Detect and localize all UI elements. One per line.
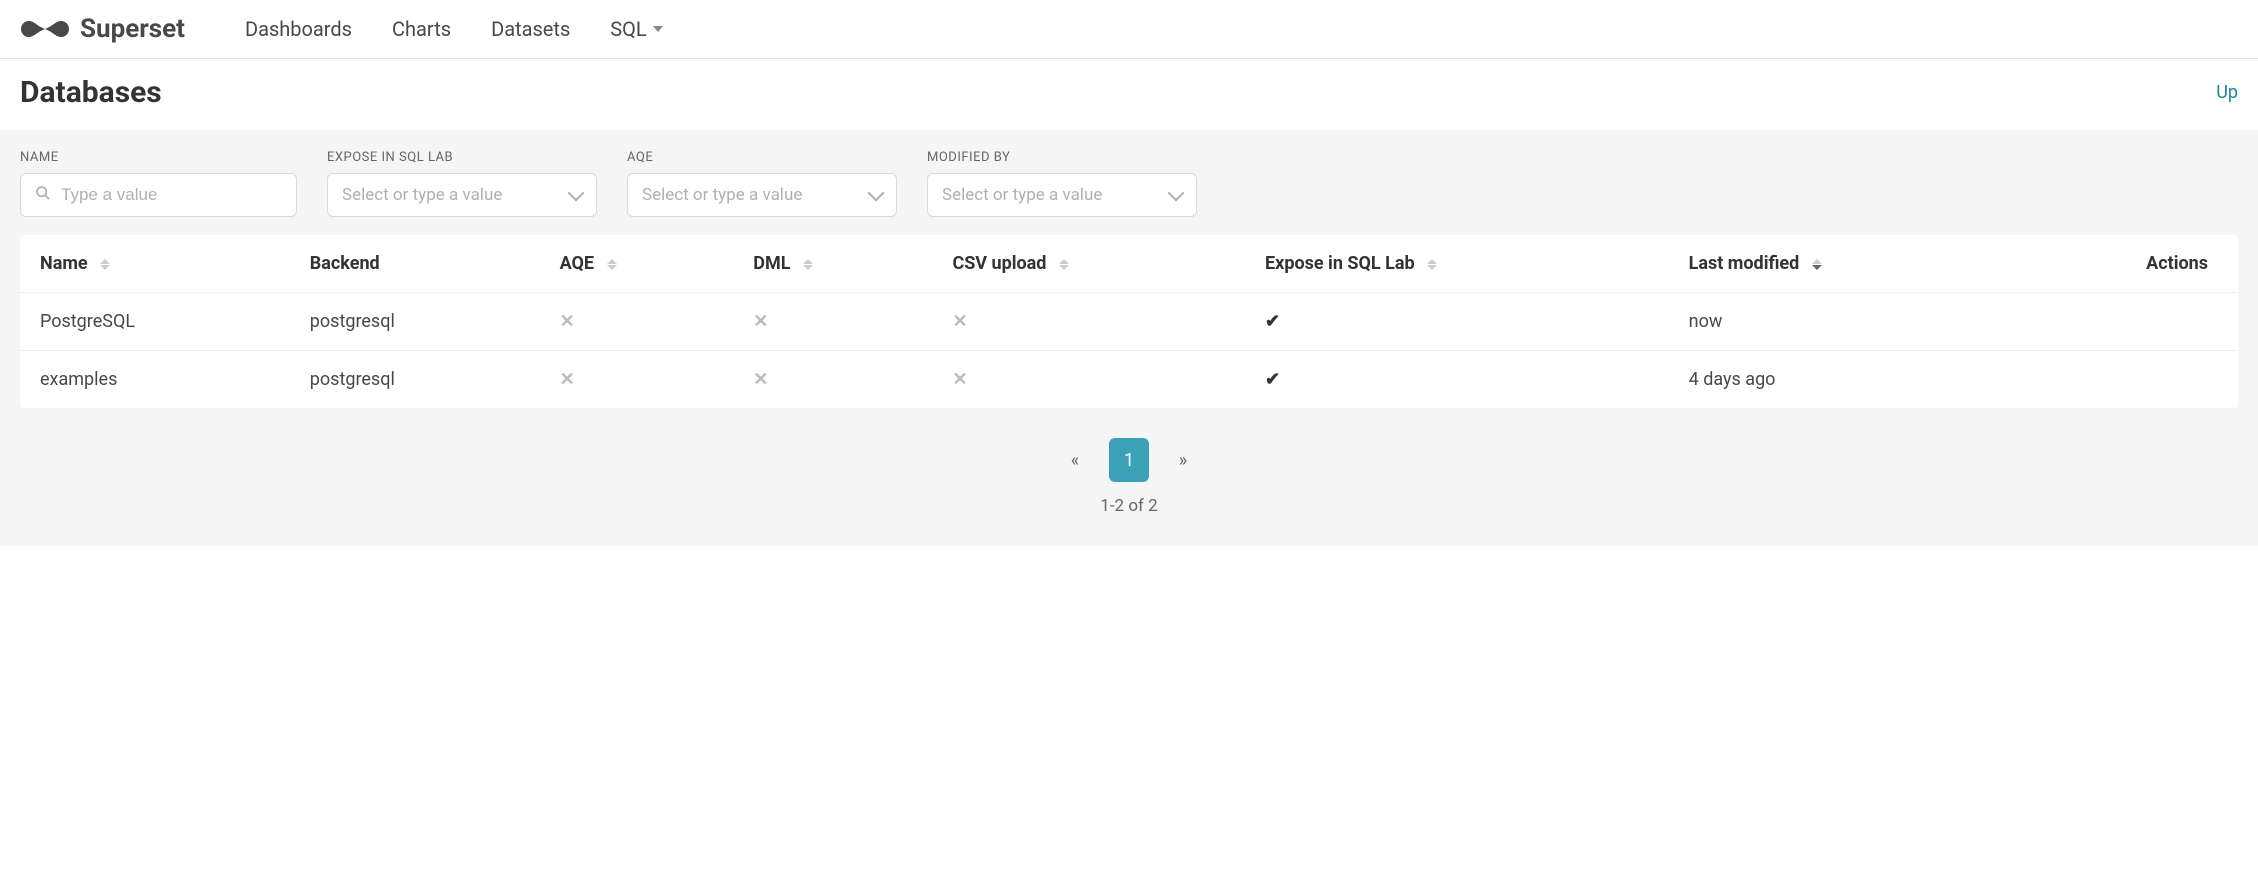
- cell-aqe: ✕: [540, 351, 734, 409]
- x-icon: ✕: [753, 311, 768, 332]
- filter-aqe: AQE Select or type a value: [627, 150, 897, 217]
- page-number-1[interactable]: 1: [1109, 438, 1149, 482]
- chevron-down-icon: [868, 185, 885, 202]
- cell-dml: ✕: [733, 293, 932, 351]
- cell-expose: ✔: [1245, 293, 1669, 351]
- cell-actions: [2015, 293, 2238, 351]
- table-row[interactable]: examples postgresql ✕ ✕ ✕ ✔ 4 days ago: [20, 351, 2238, 409]
- col-csv-upload[interactable]: CSV upload: [932, 235, 1245, 293]
- databases-table: Name Backend AQE DML CSV upload: [20, 235, 2238, 408]
- sort-icon: [607, 259, 617, 270]
- chevron-down-icon: [568, 185, 585, 202]
- x-icon: ✕: [952, 311, 967, 332]
- page-prev-button[interactable]: «: [1055, 438, 1095, 482]
- nav-datasets[interactable]: Datasets: [491, 17, 570, 41]
- col-dml[interactable]: DML: [733, 235, 932, 293]
- chevron-down-icon: [653, 26, 663, 32]
- page-summary: 1-2 of 2: [1100, 496, 1157, 516]
- filter-name: NAME: [20, 150, 297, 217]
- cell-csv-upload: ✕: [932, 351, 1245, 409]
- col-expose[interactable]: Expose in SQL Lab: [1245, 235, 1669, 293]
- brand-name: Superset: [80, 14, 185, 44]
- brand[interactable]: Superset: [20, 14, 185, 44]
- sort-icon: [1059, 259, 1069, 270]
- sort-icon: [1812, 259, 1822, 270]
- nav-dashboards[interactable]: Dashboards: [245, 17, 352, 41]
- cell-dml: ✕: [733, 351, 932, 409]
- filter-modified-by: MODIFIED BY Select or type a value: [927, 150, 1197, 217]
- x-icon: ✕: [753, 369, 768, 390]
- sort-icon: [803, 259, 813, 270]
- filter-expose-select[interactable]: Select or type a value: [327, 173, 597, 217]
- page-next-button[interactable]: »: [1163, 438, 1203, 482]
- page-header: Databases Up: [0, 59, 2258, 130]
- nav-charts[interactable]: Charts: [392, 17, 451, 41]
- databases-table-wrap: Name Backend AQE DML CSV upload: [20, 235, 2238, 408]
- pagination: « 1 » 1-2 of 2: [20, 438, 2238, 516]
- cell-aqe: ✕: [540, 293, 734, 351]
- cell-backend: postgresql: [290, 293, 540, 351]
- cell-actions: [2015, 351, 2238, 409]
- filter-expose-label: EXPOSE IN SQL LAB: [327, 150, 597, 165]
- superset-logo-icon: [20, 15, 70, 43]
- page-title: Databases: [20, 75, 162, 110]
- col-name[interactable]: Name: [20, 235, 290, 293]
- x-icon: ✕: [560, 369, 575, 390]
- cell-csv-upload: ✕: [932, 293, 1245, 351]
- sort-icon: [1427, 259, 1437, 270]
- filters-row: NAME EXPOSE IN SQL LAB Select or type a …: [20, 150, 2238, 217]
- x-icon: ✕: [952, 369, 967, 390]
- cell-name: PostgreSQL: [20, 293, 290, 351]
- cell-name: examples: [20, 351, 290, 409]
- cell-expose: ✔: [1245, 351, 1669, 409]
- cell-backend: postgresql: [290, 351, 540, 409]
- filter-aqe-select[interactable]: Select or type a value: [627, 173, 897, 217]
- check-icon: ✔: [1265, 369, 1280, 390]
- col-aqe[interactable]: AQE: [540, 235, 734, 293]
- upload-link[interactable]: Up: [2216, 82, 2238, 103]
- search-icon: [35, 185, 51, 205]
- page-controls: « 1 »: [1055, 438, 1203, 482]
- nav-links: Dashboards Charts Datasets SQL: [245, 17, 663, 41]
- filter-name-input[interactable]: [61, 185, 282, 205]
- filter-name-input-wrap[interactable]: [20, 173, 297, 217]
- top-nav: Superset Dashboards Charts Datasets SQL: [0, 0, 2258, 59]
- chevron-down-icon: [1168, 185, 1185, 202]
- filter-aqe-label: AQE: [627, 150, 897, 165]
- cell-last-modified: now: [1669, 293, 2015, 351]
- filter-modified-by-select[interactable]: Select or type a value: [927, 173, 1197, 217]
- sort-icon: [100, 259, 110, 270]
- x-icon: ✕: [560, 311, 575, 332]
- col-actions: Actions: [2015, 235, 2238, 293]
- table-row[interactable]: PostgreSQL postgresql ✕ ✕ ✕ ✔ now: [20, 293, 2238, 351]
- col-last-modified[interactable]: Last modified: [1669, 235, 2015, 293]
- check-icon: ✔: [1265, 311, 1280, 332]
- nav-sql[interactable]: SQL: [610, 17, 662, 41]
- filter-expose: EXPOSE IN SQL LAB Select or type a value: [327, 150, 597, 217]
- col-backend[interactable]: Backend: [290, 235, 540, 293]
- content-area: NAME EXPOSE IN SQL LAB Select or type a …: [0, 130, 2258, 546]
- filter-name-label: NAME: [20, 150, 297, 165]
- filter-modified-by-label: MODIFIED BY: [927, 150, 1197, 165]
- cell-last-modified: 4 days ago: [1669, 351, 2015, 409]
